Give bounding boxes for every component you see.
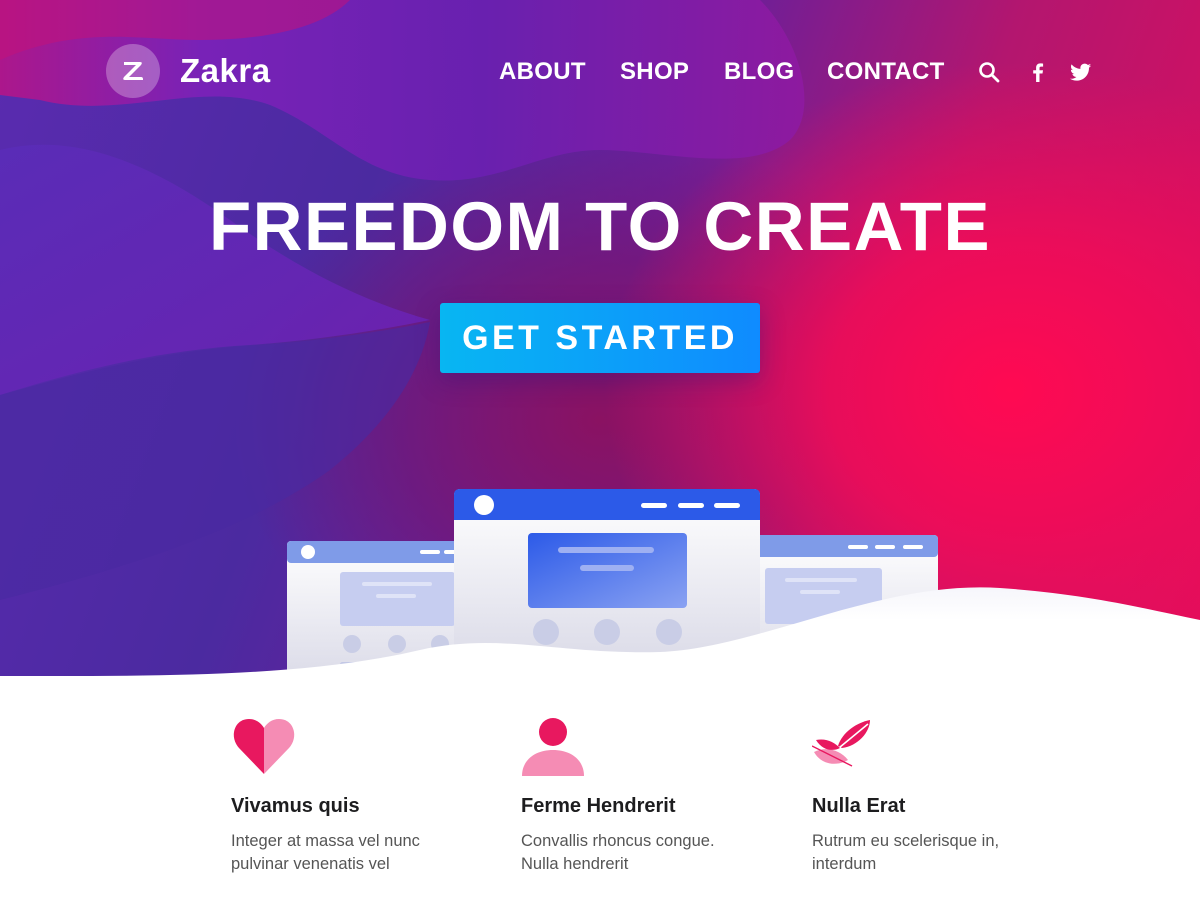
feature-card: Nulla Erat Rutrum eu scelerisque in, int… [811, 716, 1082, 876]
user-icon [521, 716, 587, 776]
feature-description-line: Integer at massa vel nunc [231, 832, 420, 850]
feature-card: Ferme Hendrerit Convallis rhoncus congue… [521, 716, 791, 876]
feature-description: Convallis rhoncus congue. Nulla hendreri… [521, 830, 791, 876]
feature-description-line: interdum [812, 855, 877, 874]
feature-description: Integer at massa vel nunc pulvinar venen… [231, 830, 501, 876]
feature-description-line: Convallis rhoncus congue. [521, 832, 715, 850]
feature-description-line: Rutrum eu scelerisque in, [812, 832, 1000, 850]
feature-description-line: pulvinar venenatis vel [231, 855, 390, 874]
feature-title: Nulla Erat [812, 795, 906, 817]
heart-icon [231, 716, 297, 776]
feather-icon [811, 716, 878, 776]
hero-section: Zakra ABOUT SHOP BLOG CONTACT FREEDOM TO… [0, 0, 1200, 720]
feature-description-line: Nulla hendrerit [521, 855, 629, 874]
feature-title: Ferme Hendrerit [521, 795, 676, 817]
feature-description: Rutrum eu scelerisque in, interdum [812, 830, 1082, 876]
feature-card: Vivamus quis Integer at massa vel nunc p… [231, 716, 501, 876]
feature-title: Vivamus quis [231, 795, 360, 817]
browser-windows-illustration [0, 489, 1200, 720]
features-section: Vivamus quis Integer at massa vel nunc p… [0, 716, 1200, 900]
